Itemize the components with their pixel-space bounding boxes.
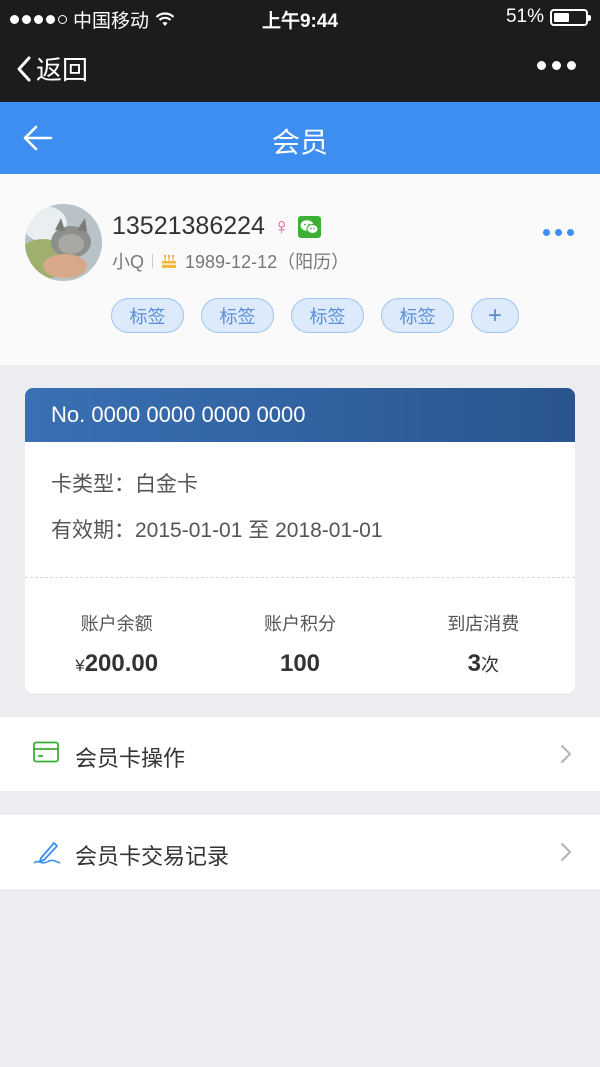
tag-list: 标签 标签 标签 标签 + xyxy=(111,298,519,333)
card-type: 卡类型：白金卡 xyxy=(51,473,198,496)
chevron-right-icon xyxy=(561,745,571,763)
wechat-icon xyxy=(298,215,322,238)
page-title: 会员 xyxy=(271,127,328,158)
tag-chip[interactable]: 标签 xyxy=(111,298,184,333)
back-label: 返回 xyxy=(36,55,89,85)
profile-more-button[interactable] xyxy=(543,229,574,236)
member-profile: 13521386224 ♀ 小Q 1989-12-12（阳历） 标签 标签 标签… xyxy=(0,174,600,365)
add-tag-button[interactable]: + xyxy=(471,298,519,333)
more-menu-button[interactable] xyxy=(537,61,576,70)
stat-value: 100 xyxy=(279,650,321,677)
stat-label: 账户积分 xyxy=(263,614,336,634)
card-stats: 账户余额 ¥200.00 账户积分 100 到店消费 3次 xyxy=(25,610,575,678)
wechat-nav-bar: 返回 xyxy=(0,34,600,102)
avatar[interactable] xyxy=(25,204,102,281)
battery-icon xyxy=(550,8,591,26)
card-operations-row[interactable]: 会员卡操作 xyxy=(0,717,600,791)
member-birthday: 1989-12-12（阳历） xyxy=(185,252,350,272)
card-transactions-row[interactable]: 会员卡交易记录 xyxy=(0,815,600,889)
member-subinfo: 小Q 1989-12-12（阳历） xyxy=(112,248,349,274)
stat-label: 账户余额 xyxy=(80,614,153,634)
cake-icon xyxy=(162,255,177,268)
member-card: No. 0000 0000 0000 0000 卡类型：白金卡 有效期：2015… xyxy=(25,388,575,693)
stat-label: 到店消费 xyxy=(447,614,520,634)
card-validity: 有效期：2015-01-01 至 2018-01-01 xyxy=(51,519,383,542)
back-button[interactable]: 返回 xyxy=(16,50,88,87)
status-right: 51% xyxy=(505,6,591,28)
tag-chip[interactable]: 标签 xyxy=(381,298,454,333)
app-header: 会员 xyxy=(0,102,600,174)
tag-chip[interactable]: 标签 xyxy=(291,298,364,333)
stat-visits: 到店消费 3次 xyxy=(392,610,575,678)
dashed-divider xyxy=(25,577,575,578)
stat-value: 3次 xyxy=(467,650,499,677)
battery-percent: 51% xyxy=(505,6,544,27)
tag-chip[interactable]: 标签 xyxy=(201,298,274,333)
member-phone: 13521386224 xyxy=(112,212,265,240)
female-icon: ♀ xyxy=(272,213,291,239)
card-number: No. 0000 0000 0000 0000 xyxy=(25,388,575,442)
card-operations-label: 会员卡操作 xyxy=(75,746,186,771)
card-transactions-label: 会员卡交易记录 xyxy=(75,844,230,869)
member-phone-row: 13521386224 ♀ xyxy=(112,212,322,241)
stat-value: ¥200.00 xyxy=(75,650,159,677)
pen-record-icon xyxy=(33,842,61,864)
stat-points: 账户积分 100 xyxy=(208,610,391,678)
member-nickname: 小Q xyxy=(112,252,145,272)
divider xyxy=(152,254,154,268)
chevron-right-icon xyxy=(561,843,571,861)
status-bar: 中国移动 上午9:44 51% xyxy=(0,0,600,34)
credit-card-icon xyxy=(33,741,59,763)
stat-balance: 账户余额 ¥200.00 xyxy=(25,610,208,678)
chevron-left-icon xyxy=(17,56,31,81)
